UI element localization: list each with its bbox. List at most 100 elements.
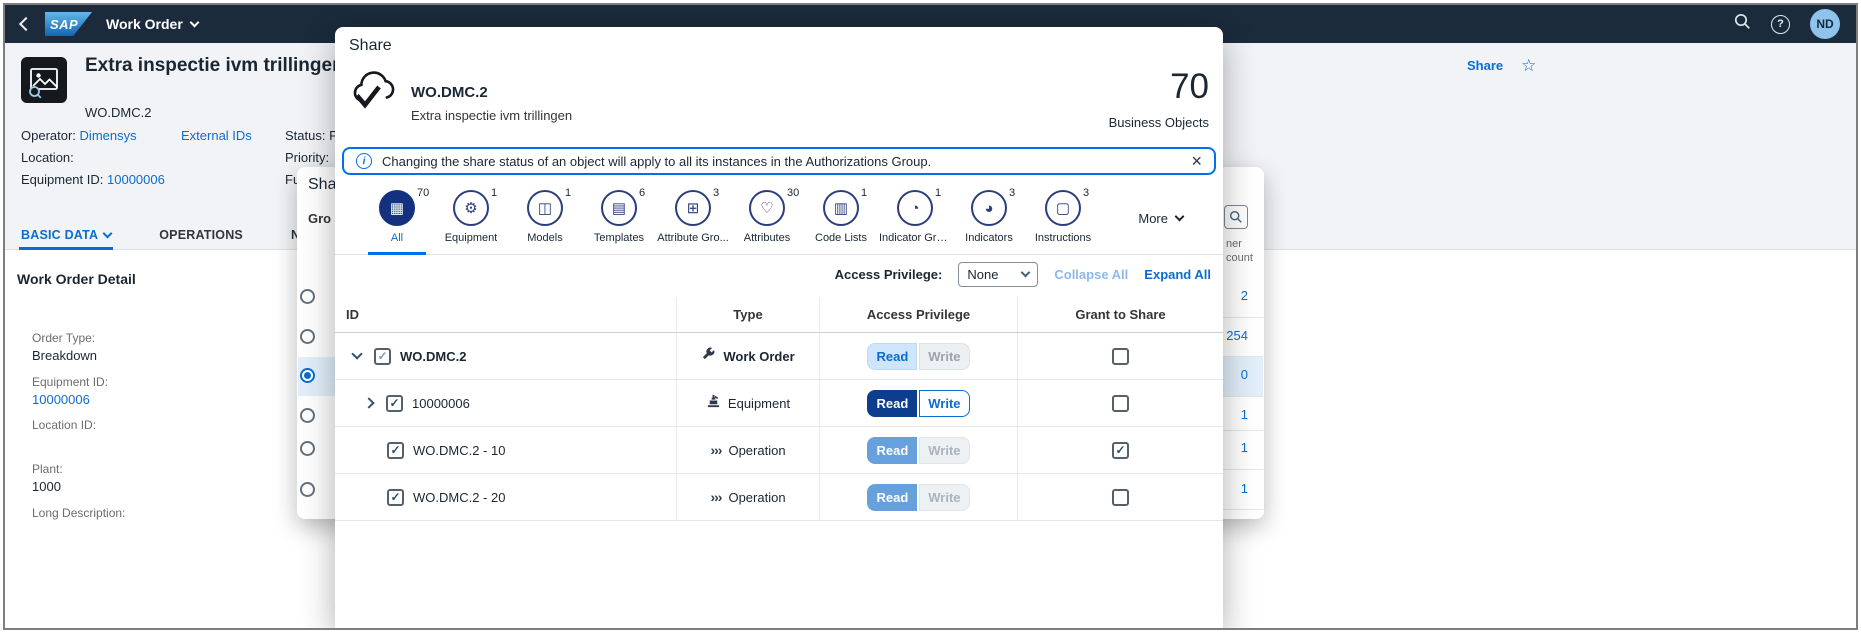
icon-tab-models[interactable]: ◫ 1 Models: [508, 182, 582, 254]
expand-row-icon[interactable]: [363, 397, 375, 409]
tab-label: Templates: [593, 232, 645, 244]
status-label: Status:: [285, 128, 326, 143]
column-grant-to-share: Grant to Share: [1017, 297, 1223, 332]
collapse-all-button[interactable]: Collapse All: [1054, 267, 1128, 282]
priority-label: Priority:: [285, 150, 330, 165]
count-column-header: ner count: [1226, 237, 1253, 265]
share-button[interactable]: Share: [1467, 58, 1503, 73]
write-button[interactable]: Write: [919, 342, 970, 370]
external-ids-link[interactable]: External IDs: [181, 128, 252, 143]
attributes-glyph: ♡: [760, 200, 774, 217]
icon-tab-indicators[interactable]: ◕ 3 Indicators: [952, 182, 1026, 254]
favorite-star-icon[interactable]: ☆: [1521, 57, 1536, 74]
column-id: ID: [346, 307, 359, 322]
row-radio[interactable]: [300, 329, 315, 344]
object-image-icon[interactable]: [21, 57, 67, 108]
chevron-down-icon: [1020, 267, 1031, 278]
tab-count: 3: [1009, 187, 1016, 199]
access-privilege-toggle: Read Write: [867, 436, 970, 464]
all-glyph: ▦: [389, 200, 405, 217]
tab-label: Models: [527, 232, 563, 244]
tab-count: 1: [491, 187, 498, 199]
row-checkbox-checked[interactable]: ✓: [387, 441, 404, 459]
equipment-glyph: ⚙: [464, 200, 478, 217]
tab-basic-data[interactable]: BASIC DATA: [19, 228, 114, 250]
tab-count: 6: [639, 187, 646, 199]
row-radio[interactable]: [300, 482, 315, 497]
operator-value-link[interactable]: Dimensys: [80, 128, 137, 143]
operation-icon: ›››: [710, 442, 722, 458]
collapse-row-icon[interactable]: [351, 348, 363, 360]
tab-operations[interactable]: OPERATIONS: [157, 228, 245, 249]
row-radio[interactable]: [300, 289, 315, 304]
header-actions: Share ☆: [1467, 57, 1536, 74]
help-glyph: ?: [1777, 18, 1784, 30]
help-icon[interactable]: ?: [1771, 14, 1790, 34]
grant-checkbox[interactable]: ✓: [1112, 488, 1129, 506]
tab-label: Code Lists: [815, 232, 867, 244]
expand-all-button[interactable]: Expand All: [1144, 267, 1211, 282]
page-subtitle: WO.DMC.2: [85, 105, 152, 120]
tab-label: Equipment: [444, 232, 498, 244]
read-button[interactable]: Read: [867, 342, 918, 370]
row-radio[interactable]: [300, 408, 315, 423]
check-icon: ✓: [389, 396, 400, 410]
avatar[interactable]: ND: [1810, 9, 1840, 39]
back-icon[interactable]: [18, 16, 34, 32]
grant-checkbox[interactable]: ✓: [1112, 347, 1129, 365]
more-button[interactable]: More: [1138, 211, 1185, 226]
app-title-menu[interactable]: Work Order: [106, 16, 200, 32]
share-table: ID Type Access Privilege Grant to Share …: [335, 297, 1223, 521]
tab-count: 30: [787, 187, 800, 199]
read-button[interactable]: Read: [867, 436, 918, 464]
equipment-icon: [706, 393, 721, 413]
close-icon[interactable]: ×: [1191, 152, 1202, 170]
field-label: Order Type:: [32, 331, 96, 345]
tab-basic-data-label: BASIC DATA: [21, 228, 99, 242]
sap-logo[interactable]: SAP: [45, 12, 92, 36]
icon-tab-templates[interactable]: ▤ 6 Templates: [582, 182, 656, 254]
attribute-groups-icon: ⊞: [675, 190, 711, 226]
indicator-groups-icon: ◔: [897, 190, 933, 226]
row-divider: [1221, 356, 1263, 357]
icon-tab-instructions[interactable]: ▢ 3 Instructions: [1026, 182, 1100, 254]
equipment-icon: ⚙: [453, 190, 489, 226]
search-icon[interactable]: [1734, 13, 1751, 35]
row-radio[interactable]: [300, 441, 315, 456]
table-search-button[interactable]: [1224, 205, 1248, 229]
background-dialog-tab[interactable]: Gro: [308, 211, 331, 226]
write-button[interactable]: Write: [919, 389, 970, 417]
icon-tab-all[interactable]: ▦ 70 All: [360, 182, 434, 255]
row-type: Equipment: [727, 395, 791, 411]
row-divider: [1221, 317, 1263, 318]
info-message: Changing the share status of an object w…: [382, 153, 932, 169]
grant-checkbox-checked[interactable]: ✓: [1112, 441, 1129, 459]
write-button[interactable]: Write: [919, 436, 970, 464]
read-button[interactable]: Read: [867, 389, 918, 417]
row-checkbox-checked[interactable]: ✓: [374, 347, 391, 365]
write-button[interactable]: Write: [919, 483, 970, 511]
templates-glyph: ▤: [611, 200, 627, 217]
row-radio-selected[interactable]: [300, 368, 315, 383]
table-header: ID Type Access Privilege Grant to Share: [335, 297, 1223, 333]
field-long-description: Long Description:: [32, 506, 125, 523]
operator-field: Operator: Dimensys: [21, 128, 137, 143]
screenshot: SAP Work Order ? ND Extra inspectie ivm …: [0, 0, 1861, 633]
tab-label: Attributes: [743, 232, 791, 244]
icon-tab-code-lists[interactable]: ▥ 1 Code Lists: [804, 182, 878, 254]
grant-checkbox[interactable]: ✓: [1112, 394, 1129, 412]
read-button[interactable]: Read: [867, 483, 918, 511]
equipment-value-link[interactable]: 10000006: [107, 172, 165, 187]
access-privilege-select[interactable]: None: [958, 262, 1039, 287]
icon-tab-attributes[interactable]: ♡ 30 Attributes: [730, 182, 804, 254]
equipment-id-link[interactable]: 10000006: [32, 392, 108, 407]
table-row: ✓ WO.DMC.2 Work Order Read Write ✓: [335, 333, 1223, 380]
field-label: Long Description:: [32, 506, 126, 520]
icon-tab-attribute-groups[interactable]: ⊞ 3 Attribute Gro...: [656, 182, 730, 254]
row-checkbox-checked[interactable]: ✓: [386, 394, 403, 412]
row-checkbox-checked[interactable]: ✓: [387, 488, 404, 506]
table-toolbar: Access Privilege: None Collapse All Expa…: [835, 262, 1211, 287]
field-plant: Plant: 1000: [32, 462, 63, 494]
icon-tab-indicator-groups[interactable]: ◔ 1 Indicator Gro...: [878, 182, 952, 254]
icon-tab-equipment[interactable]: ⚙ 1 Equipment: [434, 182, 508, 254]
